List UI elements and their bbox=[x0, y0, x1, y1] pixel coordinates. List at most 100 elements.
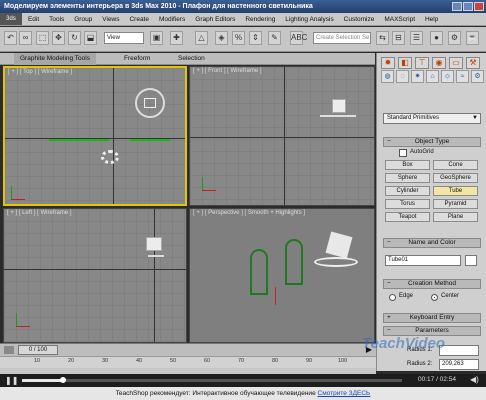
cameras-icon[interactable]: ⌂ bbox=[426, 70, 439, 83]
seek-bar[interactable] bbox=[22, 379, 402, 382]
snaps-icon[interactable]: ✚ bbox=[170, 31, 183, 45]
menu-customize[interactable]: Customize bbox=[340, 13, 379, 25]
menu-create[interactable]: Create bbox=[125, 13, 153, 25]
menu-modifiers[interactable]: Modifiers bbox=[155, 13, 189, 25]
tab-graphite-modeling-tools[interactable]: Graphite Modeling Tools bbox=[14, 53, 96, 65]
window-frame-right[interactable] bbox=[285, 239, 303, 285]
close-button[interactable] bbox=[474, 2, 484, 11]
menu-graph-editors[interactable]: Graph Editors bbox=[191, 13, 239, 25]
select-move-icon[interactable]: ✥ bbox=[52, 31, 65, 45]
angle-snap-icon[interactable]: △ bbox=[195, 31, 208, 45]
rollout-keyboard-entry[interactable]: + Keyboard Entry bbox=[383, 313, 481, 323]
percent-snap-icon[interactable]: % bbox=[232, 31, 245, 45]
sconce-box-shape[interactable] bbox=[146, 237, 162, 251]
time-slider[interactable]: 0 / 100 ▶ bbox=[0, 343, 376, 356]
tab-selection[interactable]: Selection bbox=[172, 53, 211, 65]
menu-lighting-analysis[interactable]: Lighting Analysis bbox=[281, 13, 337, 25]
maximize-button[interactable] bbox=[463, 2, 473, 11]
pyramid-button[interactable]: Pyramid bbox=[433, 199, 478, 209]
time-slider-handle[interactable]: 0 / 100 bbox=[18, 345, 58, 355]
render-icon[interactable]: ☕ bbox=[466, 31, 479, 45]
spinner-snap-icon[interactable]: ⇕ bbox=[249, 31, 262, 45]
volume-icon[interactable]: ◀) bbox=[470, 375, 479, 384]
create-tab-icon[interactable]: ✹ bbox=[381, 57, 395, 69]
seek-handle[interactable] bbox=[60, 377, 66, 383]
menu-maxscript[interactable]: MAXScript bbox=[380, 13, 419, 25]
select-manipulate-icon[interactable]: ◈ bbox=[215, 31, 228, 45]
modify-tab-icon[interactable]: ◧ bbox=[398, 57, 412, 69]
render-setup-icon[interactable]: ⚙ bbox=[448, 31, 461, 45]
center-radio[interactable] bbox=[431, 294, 438, 301]
viewport-top[interactable]: [ + ] [ Top ] [ Wireframe ] bbox=[3, 66, 187, 206]
rollout-object-type[interactable]: − Object Type bbox=[383, 137, 481, 147]
lights-icon[interactable]: ✷ bbox=[411, 70, 424, 83]
menu-views[interactable]: Views bbox=[98, 13, 123, 25]
menu-group[interactable]: Group bbox=[70, 13, 96, 25]
menu-help[interactable]: Help bbox=[421, 13, 442, 25]
minimize-button[interactable] bbox=[452, 2, 462, 11]
space-warps-icon[interactable]: ≈ bbox=[456, 70, 469, 83]
viewport-label[interactable]: [ + ] [ Left ] [ Wireframe ] bbox=[7, 210, 72, 216]
align-icon[interactable]: ⊟ bbox=[392, 31, 405, 45]
layer-manager-icon[interactable]: ☰ bbox=[410, 31, 423, 45]
viewport-left[interactable]: [ + ] [ Left ] [ Wireframe ] bbox=[3, 208, 187, 343]
edit-named-sets-icon[interactable]: ✎ bbox=[268, 31, 281, 45]
cone-button[interactable]: Cone bbox=[433, 160, 478, 170]
frame-shape[interactable] bbox=[130, 139, 170, 141]
display-tab-icon[interactable]: ▭ bbox=[449, 57, 463, 69]
edge-radio[interactable] bbox=[389, 294, 396, 301]
frame-shape[interactable] bbox=[49, 139, 109, 141]
reference-coordinate-select[interactable]: View bbox=[104, 32, 144, 44]
viewport-label[interactable]: [ + ] [ Top ] [ Wireframe ] bbox=[8, 69, 72, 75]
tube-shade-shape[interactable] bbox=[101, 150, 119, 164]
shade-flat-shape[interactable] bbox=[320, 115, 356, 117]
link-icon[interactable]: ∞ bbox=[19, 31, 32, 45]
viewport-label[interactable]: [ + ] [ Perspective ] [ Smooth + Highlig… bbox=[193, 210, 305, 216]
tube-shade-shape[interactable] bbox=[314, 257, 358, 267]
mirror-icon[interactable]: ⇆ bbox=[376, 31, 389, 45]
pause-icon[interactable]: ❚❚ bbox=[5, 376, 18, 385]
rollout-creation-method[interactable]: − Creation Method bbox=[383, 279, 481, 289]
select-scale-icon[interactable]: ⬓ bbox=[84, 31, 97, 45]
select-rotate-icon[interactable]: ↻ bbox=[68, 31, 81, 45]
selection-set-field[interactable]: Create Selection Se bbox=[313, 32, 371, 44]
menu-edit[interactable]: Edit bbox=[24, 13, 43, 25]
systems-icon[interactable]: ⚙ bbox=[471, 70, 484, 83]
named-selection-icon[interactable]: ABC bbox=[290, 31, 307, 45]
torus-button[interactable]: Torus bbox=[385, 199, 430, 209]
app-logo[interactable]: 3ds bbox=[0, 13, 22, 25]
autogrid-checkbox[interactable] bbox=[399, 149, 407, 157]
shade-flat-shape[interactable] bbox=[148, 255, 164, 257]
viewport-perspective[interactable]: [ + ] [ Perspective ] [ Smooth + Highlig… bbox=[189, 208, 375, 343]
viewport-front[interactable]: [ + ] [ Front ] [ Wireframe ] bbox=[189, 66, 375, 206]
plane-button[interactable]: Plane bbox=[433, 212, 478, 222]
sconce-plate-shape[interactable] bbox=[144, 98, 156, 108]
motion-tab-icon[interactable]: ◉ bbox=[432, 57, 446, 69]
menu-tools[interactable]: Tools bbox=[45, 13, 68, 25]
geosphere-button[interactable]: GeoSphere bbox=[433, 173, 478, 183]
tab-freeform[interactable]: Freeform bbox=[118, 53, 156, 65]
object-name-field[interactable]: Tube01 bbox=[385, 255, 461, 266]
helpers-icon[interactable]: ⬦ bbox=[441, 70, 454, 83]
teapot-button[interactable]: Teapot bbox=[385, 212, 430, 222]
pivot-icon[interactable]: ▣ bbox=[150, 31, 163, 45]
tube-button[interactable]: Tube bbox=[433, 186, 478, 196]
hierarchy-tab-icon[interactable]: ⊤ bbox=[415, 57, 429, 69]
select-object-icon[interactable]: ⬚ bbox=[36, 31, 49, 45]
sconce-box-shape[interactable] bbox=[332, 99, 346, 113]
cylinder-button[interactable]: Cylinder bbox=[385, 186, 430, 196]
viewport-label[interactable]: [ + ] [ Front ] [ Wireframe ] bbox=[193, 68, 262, 74]
geometry-icon[interactable]: ◍ bbox=[381, 70, 394, 83]
menu-rendering[interactable]: Rendering bbox=[241, 13, 279, 25]
shapes-icon[interactable]: ◌ bbox=[396, 70, 409, 83]
box-button[interactable]: Box bbox=[385, 160, 430, 170]
sconce-box-shape[interactable] bbox=[325, 231, 353, 259]
promo-link[interactable]: Смотрите ЗДЕСЬ bbox=[318, 390, 371, 397]
sphere-button[interactable]: Sphere bbox=[385, 173, 430, 183]
material-editor-icon[interactable]: ● bbox=[430, 31, 443, 45]
window-frame-left[interactable] bbox=[250, 249, 268, 295]
expand-track-icon[interactable] bbox=[4, 346, 14, 354]
utilities-tab-icon[interactable]: ⚒ bbox=[466, 57, 480, 69]
rollout-name-color[interactable]: − Name and Color bbox=[383, 238, 481, 248]
undo-icon[interactable]: ↶ bbox=[4, 31, 17, 45]
